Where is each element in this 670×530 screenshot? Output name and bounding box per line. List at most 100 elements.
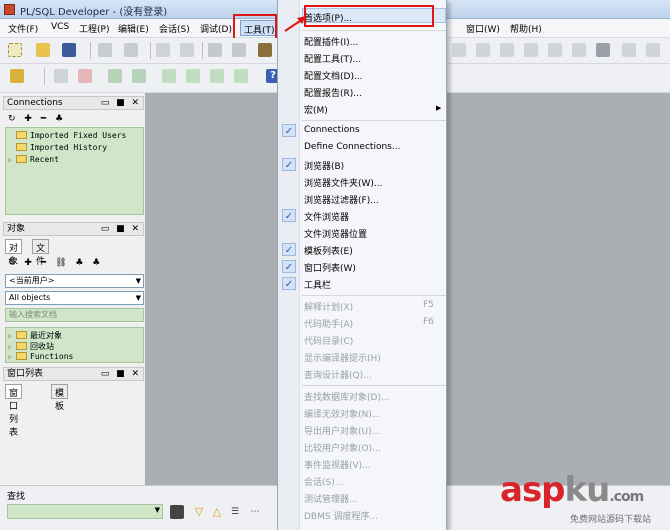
connections-tree: Imported Fixed Users Imported History ▷ R… (5, 127, 144, 215)
find-prev-icon[interactable]: △ (210, 505, 224, 519)
tree-item-recent[interactable]: ▷ Recent (8, 155, 59, 164)
binoculars-icon[interactable] (170, 505, 184, 519)
db-icon[interactable] (186, 69, 200, 83)
window-icon[interactable] (524, 43, 538, 57)
tile-icon[interactable] (622, 43, 636, 57)
folder-icon (16, 331, 27, 339)
expand-icon[interactable]: ▷ (8, 343, 16, 351)
object-type-select[interactable]: All objects ▼ (5, 291, 144, 305)
expand-icon[interactable]: ▷ (8, 156, 16, 164)
tab-window-list[interactable]: 窗口列表 (5, 384, 23, 438)
commit-icon[interactable] (108, 69, 122, 83)
window-icon[interactable] (548, 43, 562, 57)
undo-icon[interactable] (156, 43, 170, 57)
tree-item-recent-objects[interactable]: ▷ 最近对象 (8, 330, 62, 341)
toolbar-separator (202, 42, 203, 59)
watermark: aspku.com 免费网站源码下载站 (500, 470, 670, 530)
tools-menu-item-11[interactable]: 文件浏览器 (304, 210, 349, 223)
toolbar-separator (150, 42, 151, 59)
objects-title: 对象 (7, 224, 26, 234)
tools-menu-item-15[interactable]: 工具栏 (304, 278, 331, 291)
copy-icon[interactable] (232, 43, 246, 57)
tile-icon[interactable] (646, 43, 660, 57)
find-next-icon[interactable]: ▽ (192, 505, 206, 519)
toolbar-separator (90, 42, 91, 59)
tools-menu-item-6[interactable]: Connections (304, 125, 360, 135)
objects-toolbar[interactable]: ↻ ✚ ━ ⛓ ♣ ♣ (8, 258, 103, 268)
window-icon[interactable] (596, 43, 610, 57)
tools-menu-item-9[interactable]: 浏览器文件夹(W)... (304, 176, 383, 189)
options-icon[interactable]: ⋯ (248, 505, 262, 519)
panel-controls[interactable]: ▭ ■ ✕ (101, 223, 141, 235)
user-select[interactable]: <当前用户> ▼ (5, 274, 144, 288)
connections-header: Connections ▭ ■ ✕ (3, 96, 144, 110)
window-icon[interactable] (452, 43, 466, 57)
tools-menu-item-1[interactable]: 配置插件(I)... (304, 35, 358, 48)
tools-menu-item-5[interactable]: 宏(M) (304, 103, 328, 116)
tools-menu-item-23: 导出用户对象(U)... (304, 427, 381, 437)
save-icon[interactable] (62, 43, 76, 57)
tree-item-recycle-bin[interactable]: ▷ 回收站 (8, 341, 54, 352)
menu-4[interactable]: 会话(S) (159, 22, 190, 35)
open-icon[interactable] (36, 43, 50, 57)
tools-menu-item-13[interactable]: 模板列表(E) (304, 244, 353, 257)
find-input[interactable]: ▼ (7, 504, 163, 519)
tab-templates[interactable]: 模板 (51, 384, 69, 412)
execute-icon[interactable] (54, 69, 68, 83)
expand-icon[interactable]: ▷ (8, 353, 16, 361)
tools-menu-item-7[interactable]: Define Connections... (304, 142, 400, 152)
redo-icon[interactable] (180, 43, 194, 57)
tools-menu-item-4[interactable]: 配置报告(R)... (304, 86, 362, 99)
dropdown-arrow-icon: ▼ (135, 294, 141, 302)
panel-controls[interactable]: ▭ ■ ✕ (101, 368, 141, 380)
tab-files[interactable]: 文件 (32, 239, 50, 267)
window-icon[interactable] (476, 43, 490, 57)
key-icon[interactable] (10, 69, 24, 83)
tools-menu-item-20: 查询设计器(Q)... (304, 371, 372, 381)
tree-item-imported-fixed-users[interactable]: Imported Fixed Users (16, 131, 126, 140)
highlight-icon[interactable]: ☰ (228, 505, 242, 519)
cut-icon[interactable] (208, 43, 222, 57)
menu-0[interactable]: 文件(F) (8, 22, 38, 35)
app-icon (4, 4, 15, 15)
panel-controls[interactable]: ▭ ■ ✕ (101, 97, 141, 109)
tools-menu-item-14[interactable]: 窗口列表(W) (304, 261, 356, 274)
tools-menu-item-2[interactable]: 配置工具(T)... (304, 52, 361, 65)
tree-item-imported-history[interactable]: Imported History (16, 143, 107, 152)
tools-menu-item-8[interactable]: 浏览器(B) (304, 159, 344, 172)
menu-8[interactable]: 帮助(H) (510, 22, 542, 35)
menu-5[interactable]: 调试(D) (200, 22, 232, 35)
tools-menu-item-12[interactable]: 文件浏览器位置 (304, 227, 367, 240)
connections-toolbar[interactable]: ↻ ✚ ━ ♣ (8, 114, 66, 124)
db-icon[interactable] (162, 69, 176, 83)
rollback-icon[interactable] (132, 69, 146, 83)
tree-item-functions[interactable]: ▷ Functions (8, 352, 73, 361)
print-icon[interactable] (98, 43, 112, 57)
new-icon[interactable] (8, 43, 22, 57)
dropdown-arrow-icon: ▼ (135, 277, 141, 285)
db-icon[interactable] (234, 69, 248, 83)
menu-3[interactable]: 编辑(E) (118, 22, 149, 35)
menu-2[interactable]: 工程(P) (79, 22, 109, 35)
break-icon[interactable] (78, 69, 92, 83)
print-preview-icon[interactable] (124, 43, 138, 57)
window-icon[interactable] (500, 43, 514, 57)
paste-icon[interactable] (258, 43, 272, 57)
objects-tree: ▷ 最近对象 ▷ 回收站 ▷ Functions (5, 327, 144, 363)
window-list-title: 窗口列表 (7, 369, 44, 379)
tools-menu-item-18: 代码目录(C) (304, 337, 354, 347)
window-icon[interactable] (572, 43, 586, 57)
menu-separator (302, 120, 446, 121)
tools-menu-item-19: 显示编译器提示(H) (304, 354, 381, 364)
tools-menu-item-3[interactable]: 配置文档(D)... (304, 69, 363, 82)
object-search-input[interactable]: 输入搜索文档 (5, 308, 144, 322)
preferences-highlight (304, 5, 434, 27)
menu-7[interactable]: 窗口(W) (466, 22, 500, 35)
menu-1[interactable]: VCS (51, 22, 69, 32)
tab-objects[interactable]: 对象 (5, 239, 23, 267)
db-icon[interactable] (210, 69, 224, 83)
tools-menu-item-17: 代码助手(A) (304, 320, 354, 330)
menu-shortcut: F5 (423, 300, 434, 310)
tools-menu-item-10[interactable]: 浏览器过滤器(F)... (304, 193, 379, 206)
expand-icon[interactable]: ▷ (8, 332, 16, 340)
